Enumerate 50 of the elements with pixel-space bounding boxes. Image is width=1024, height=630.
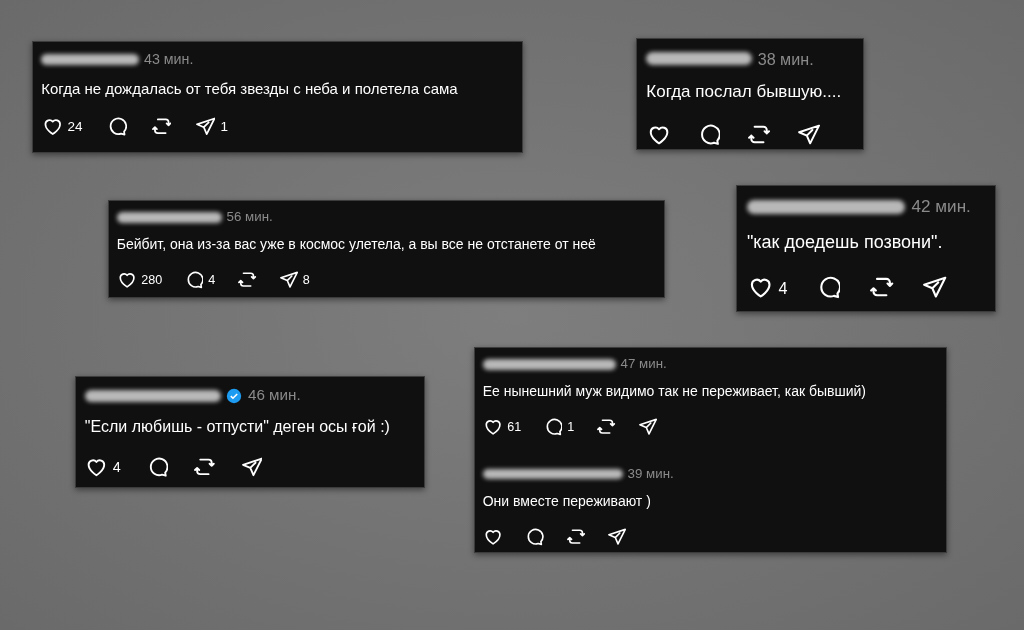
comment-text: Когда не дождалась от тебя звезды с неба и полетела сама [41,78,459,99]
count: 280 [141,271,163,289]
repost-icon[interactable] [566,527,585,546]
send-icon[interactable] [241,457,263,478]
heart-icon[interactable] [748,276,773,300]
speech-bubble-icon[interactable] [185,270,204,290]
speech-bubble-icon[interactable] [544,417,563,437]
heart-icon[interactable] [484,527,503,546]
heart-icon[interactable] [648,123,671,146]
count: 4 [208,271,216,289]
heart-icon[interactable] [42,117,63,137]
timestamp: 42 мин. [911,196,971,219]
timestamp: 46 мин. [248,385,301,406]
count: 1 [567,418,575,436]
heart-icon[interactable] [118,270,137,290]
comment-text: Бейбит, она из-за вас уже в космос улетела, а вы все не отстанете от неё [116,235,597,255]
comment-text: Они вместе переживают ) [482,492,652,512]
repost-icon[interactable] [597,417,616,437]
speech-bubble-icon[interactable] [817,276,841,300]
repost-icon[interactable] [194,457,216,478]
count: 1 [220,117,229,136]
heart-icon[interactable] [86,457,108,478]
count: 4 [778,277,788,299]
timestamp: 47 мин. [620,355,667,374]
comment-text: "Если любишь - отпусти" деген осы ғой :) [84,417,391,437]
send-icon[interactable] [195,117,216,137]
timestamp: 56 мин. [226,208,273,227]
repost-icon[interactable] [151,117,172,137]
send-icon[interactable] [638,417,657,437]
timestamp: 39 мин. [627,465,674,484]
send-icon[interactable] [798,123,821,146]
send-icon[interactable] [923,276,947,300]
speech-bubble-icon[interactable] [147,457,168,478]
timestamp: 43 мин. [144,49,194,69]
comment-text: "как доедешь позвони". [746,230,944,254]
send-icon[interactable] [279,270,298,290]
heart-icon[interactable] [484,417,503,437]
comment-text: Ее нынешний муж видимо так не переживает, как бывший) [482,382,867,402]
comment-text: Когда послал бывшую.... [646,81,843,104]
count: 61 [507,418,522,436]
count: 4 [112,457,121,477]
speech-bubble-icon[interactable] [525,527,544,546]
repost-icon[interactable] [238,270,257,290]
count: 8 [302,271,310,289]
repost-icon[interactable] [748,123,771,146]
count: 24 [67,117,83,136]
speech-bubble-icon[interactable] [107,117,127,137]
speech-bubble-icon[interactable] [698,123,721,146]
send-icon[interactable] [607,527,627,546]
timestamp: 38 мин. [757,48,814,70]
